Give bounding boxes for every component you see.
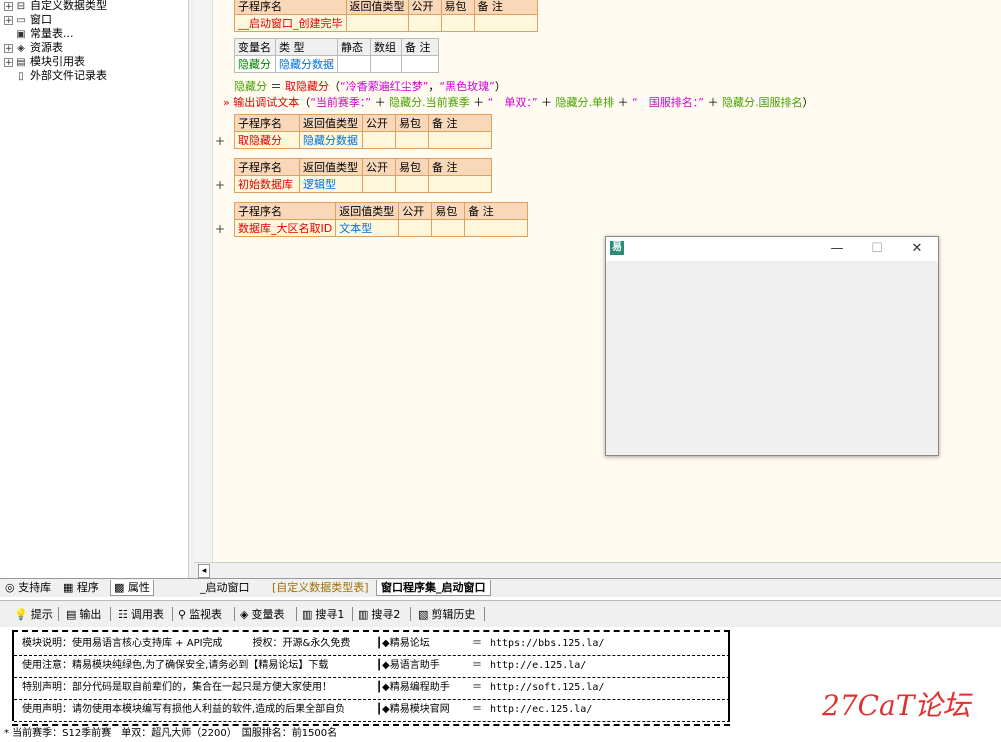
hint-icon: 💡 (14, 608, 28, 621)
program-icon: ▦ (63, 581, 74, 594)
properties-icon: ▩ (114, 581, 125, 594)
variable-name[interactable]: 隐藏分 (234, 55, 276, 73)
tab-properties[interactable]: ▩ 属性 (110, 580, 154, 596)
code-line-assign[interactable]: 隐藏分 ＝ 取隐藏分（“冷香萦遍红尘梦”，“黑色玫瑰”） (234, 78, 506, 94)
run-marker-icon: » (223, 96, 230, 109)
tree-item-modules[interactable]: + ▤ 模块引用表 (4, 55, 85, 69)
tab-startup-window[interactable]: _启动窗口 (196, 580, 254, 595)
search2-button[interactable]: ▥ 搜寻2 (358, 607, 400, 622)
expand-icon[interactable]: + (4, 1, 13, 11)
module-icon: ▤ (16, 57, 26, 68)
variable-table: 变量名 类 型 静态 数组 备 注 隐藏分 隐藏分数据 (234, 38, 439, 73)
window-icon: ▭ (16, 15, 26, 26)
watch-icon: ⚲ (178, 608, 187, 621)
expand-subroutine-icon[interactable]: + (215, 222, 225, 236)
type-icon: ⊟ (16, 1, 26, 12)
search2-icon: ▥ (358, 608, 369, 621)
subroutine-name[interactable]: 初始数据库 (234, 175, 300, 193)
subroutine-table-init-database: 子程序名 返回值类型 公开 易包 备 注 初始数据库 逻辑型 (234, 158, 492, 193)
call-table-button[interactable]: ☷ 调用表 (118, 607, 164, 622)
tree-item-window[interactable]: + ▭ 窗口 (4, 13, 52, 27)
output-button[interactable]: ▤ 输出 (66, 607, 101, 622)
output-line: 模块说明：使用易语言核心支持库 + API完成 授权：开源&永久免费 ┃◆精易论… (14, 633, 730, 656)
subroutine-name[interactable]: __启动窗口_创建完毕 (234, 14, 347, 32)
library-icon: ◎ (5, 581, 15, 594)
tab-custom-type-table[interactable]: [自定义数据类型表] (268, 580, 373, 595)
tree-item-custom-types[interactable]: + ⊟ 自定义数据类型 (4, 0, 107, 13)
variable-table-button[interactable]: ◈ 变量表 (240, 607, 284, 622)
tree-item-external-files[interactable]: ▯ 外部文件记录表 (4, 69, 107, 83)
resource-icon: ◈ (17, 43, 25, 54)
output-line: 特别声明：部分代码是取自前辈们的，集合在一起只是方便大家使用！ ┃◆精易编程助手… (14, 677, 730, 700)
app-logo-icon: 易 (610, 241, 624, 255)
tab-window-assembly[interactable]: 窗口程序集_启动窗口 (376, 580, 491, 596)
close-button[interactable]: ✕ (902, 239, 932, 259)
watermark: 27CaT论坛 (822, 689, 971, 722)
output-line: 使用注意：精易模块纯绿色,为了确保安全,请务必到【精易论坛】下载 ┃◆易语言助手… (14, 655, 730, 678)
subroutine-table-region-id: 子程序名 返回值类型 公开 易包 备 注 数据库_大区名取ID 文本型 (233, 202, 529, 237)
output-line: 使用声明：请勿使用本模块编写有损他人利益的软件,造成的后果全部自负 ┃◆精易模块… (14, 699, 730, 722)
minimize-button[interactable]: — (822, 239, 852, 259)
subroutine-table-get-hidden-score: 子程序名 返回值类型 公开 易包 备 注 取隐藏分 隐藏分数据 (234, 114, 492, 149)
subroutine-name[interactable]: 数据库_大区名取ID (233, 219, 337, 237)
expand-icon[interactable]: + (4, 15, 13, 25)
code-line-debug-output[interactable]: » 输出调试文本（“当前赛季：” ＋ 隐藏分.当前赛季 ＋ “ 单双：” ＋ 隐… (223, 94, 813, 110)
expand-subroutine-icon[interactable]: + (215, 178, 225, 192)
clip-history-icon: ▧ (418, 608, 429, 621)
debug-output-line: * 当前赛季：S12季前赛 单双：超凡大师（2200） 国服排名：前1500名 (4, 728, 338, 739)
watch-table-button[interactable]: ⚲ 监视表 (178, 607, 222, 622)
constant-icon: ▣ (16, 29, 26, 40)
output-icon: ▤ (66, 608, 77, 621)
expand-subroutine-icon[interactable]: + (215, 134, 225, 148)
call-table-icon: ☷ (118, 608, 128, 621)
clip-history-button[interactable]: ▧ 剪辑历史 (418, 607, 475, 622)
file-icon: ▯ (18, 71, 24, 82)
window-title-bar[interactable]: 易 — ☐ ✕ (606, 237, 938, 261)
left-panel-tabs: ◎ 支持库 ▦ 程序 ▩ 属性 (0, 578, 194, 597)
tab-program[interactable]: ▦ 程序 (60, 580, 102, 595)
scroll-left-icon[interactable]: ◂ (198, 564, 210, 578)
code-horizontal-scrollbar[interactable]: ◂ (194, 562, 1001, 579)
expand-icon[interactable]: + (4, 57, 13, 67)
variable-icon: ◈ (240, 608, 249, 621)
subroutine-table-startup: 子程序名 返回值类型 公开 易包 备 注 __启动窗口_创建完毕 (234, 0, 538, 32)
code-tabs: _启动窗口 [自定义数据类型表] 窗口程序集_启动窗口 (194, 578, 1001, 597)
code-gutter (194, 0, 213, 562)
tree-item-constants[interactable]: ▣ 常量表... (4, 27, 73, 41)
bottom-toolbar: 💡 提示 ▤ 输出 ☷ 调用表 ⚲ 监视表 ◈ 变量表 ▥ 搜寻1 ▥ 搜寻2 ▧ 剪辑历史 (0, 600, 1001, 628)
search1-button[interactable]: ▥ 搜寻1 (302, 607, 344, 622)
maximize-button[interactable]: ☐ (862, 239, 892, 259)
search1-icon: ▥ (302, 608, 313, 621)
tree-item-resources[interactable]: + ◈ 资源表 (4, 41, 63, 55)
hint-button[interactable]: 💡 提示 (14, 607, 53, 622)
variable-type[interactable]: 隐藏分数据 (275, 55, 338, 73)
tab-support-library[interactable]: ◎ 支持库 (2, 580, 54, 595)
subroutine-name[interactable]: 取隐藏分 (234, 131, 300, 149)
expand-icon[interactable]: + (4, 43, 13, 53)
project-tree-panel: + ⊟ 自定义数据类型 + ▭ 窗口 ▣ 常量表... + ◈ 资源表 + ▤ 模块引用表 ▯ 外部… (0, 0, 189, 578)
running-app-window[interactable]: 易 — ☐ ✕ (605, 236, 939, 456)
